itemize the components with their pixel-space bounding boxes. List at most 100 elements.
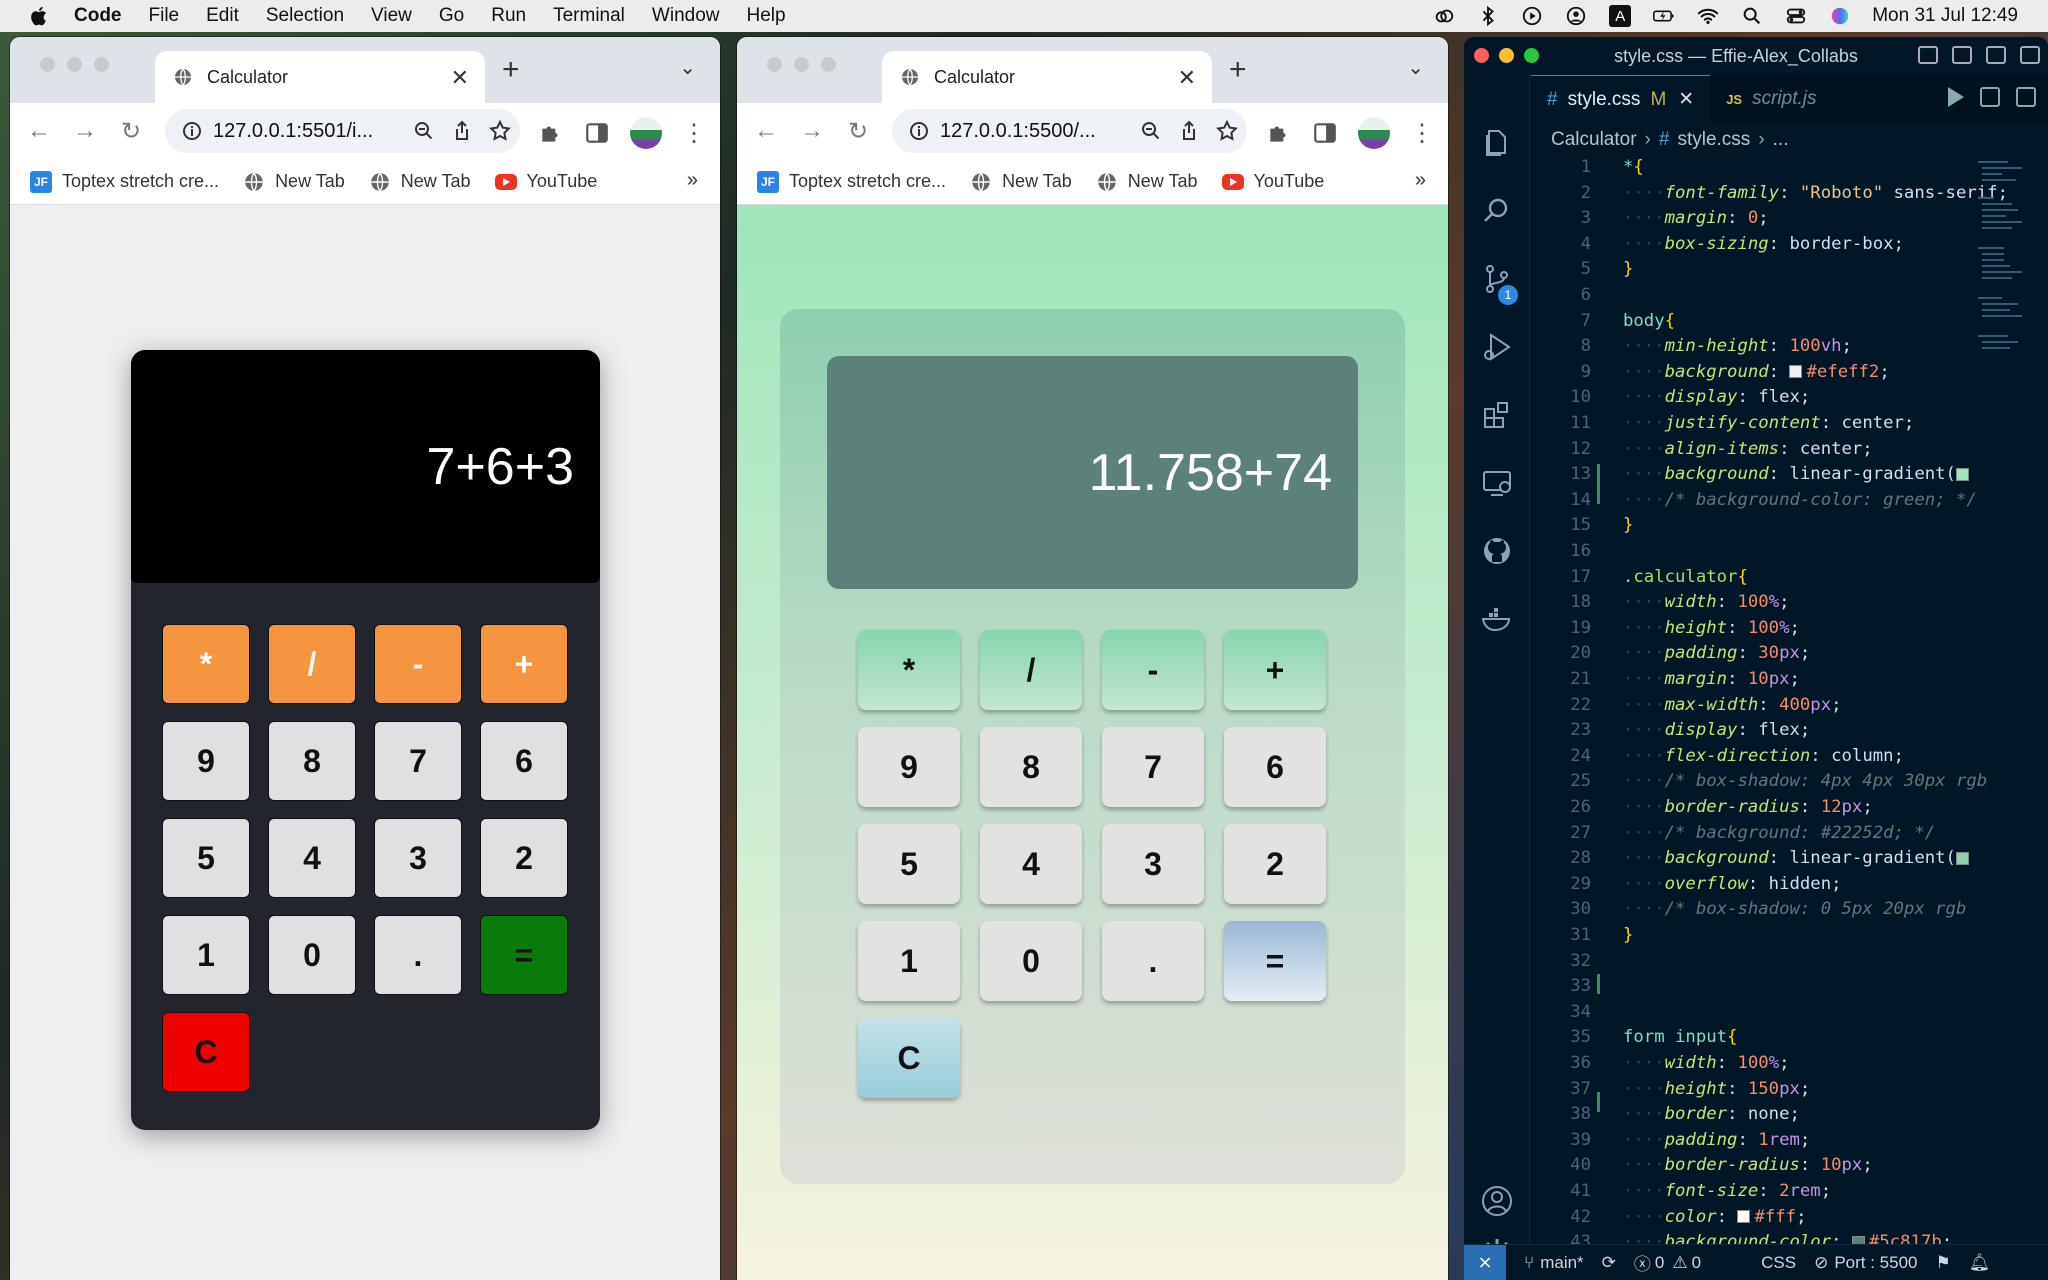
menu-file[interactable]: File bbox=[149, 5, 180, 27]
profile-avatar[interactable] bbox=[1358, 117, 1390, 149]
key-2[interactable]: 2 bbox=[1224, 824, 1326, 904]
toggle-primary-sidebar-icon[interactable] bbox=[1918, 46, 1938, 64]
search-icon[interactable] bbox=[1740, 4, 1764, 28]
key-0[interactable]: 0 bbox=[268, 915, 356, 995]
bookmarks-overflow-button[interactable]: » bbox=[1415, 169, 1426, 192]
info-icon[interactable] bbox=[181, 120, 203, 142]
menu-view[interactable]: View bbox=[371, 5, 412, 27]
key-9[interactable]: 9 bbox=[162, 721, 250, 801]
sync-icon[interactable]: ⟳ bbox=[1602, 1253, 1616, 1273]
key-2[interactable]: 2 bbox=[480, 818, 568, 898]
tab-search-chevron-icon[interactable]: ⌄ bbox=[679, 55, 696, 80]
key-3[interactable]: 3 bbox=[374, 818, 462, 898]
back-arrow-icon[interactable]: ← bbox=[16, 117, 62, 145]
keyboard-input-icon[interactable]: A bbox=[1608, 4, 1632, 28]
extensions-puzzle-icon[interactable] bbox=[1266, 120, 1292, 146]
remote-explorer-icon[interactable] bbox=[1479, 465, 1515, 501]
explorer-files-icon[interactable] bbox=[1479, 125, 1515, 161]
bookmark-new-tab-2[interactable]: New Tab bbox=[369, 171, 471, 193]
bookmark-new-tab-1[interactable]: New Tab bbox=[243, 171, 345, 193]
toggle-panel-icon[interactable] bbox=[1952, 46, 1972, 64]
key-divide[interactable]: / bbox=[268, 624, 356, 704]
key-8[interactable]: 8 bbox=[268, 721, 356, 801]
search-icon[interactable] bbox=[1479, 193, 1515, 229]
more-menu-icon[interactable]: ⋮ bbox=[682, 119, 706, 148]
bookmark-youtube[interactable]: YouTube bbox=[494, 171, 597, 192]
bookmarks-overflow-button[interactable]: » bbox=[687, 169, 698, 192]
minimize-window-button[interactable] bbox=[67, 57, 82, 72]
menu-help[interactable]: Help bbox=[747, 5, 786, 27]
menu-app-name[interactable]: Code bbox=[74, 5, 122, 27]
bookmark-star-icon[interactable] bbox=[488, 119, 512, 143]
github-icon[interactable] bbox=[1479, 533, 1515, 569]
key-4[interactable]: 4 bbox=[268, 818, 356, 898]
menubar-clock[interactable]: Mon 31 Jul 12:49 bbox=[1872, 5, 2018, 27]
key-5[interactable]: 5 bbox=[858, 824, 960, 904]
editor-tab-style-css[interactable]: # style.css M ✕ bbox=[1531, 75, 1711, 123]
key-equals[interactable]: = bbox=[480, 915, 568, 995]
bookmark-star-icon[interactable] bbox=[1215, 119, 1239, 143]
menu-go[interactable]: Go bbox=[439, 5, 464, 27]
minimize-window-button[interactable] bbox=[1499, 48, 1514, 63]
key-8[interactable]: 8 bbox=[980, 727, 1082, 807]
key-multiply[interactable]: * bbox=[162, 624, 250, 704]
control-center-icon[interactable] bbox=[1784, 4, 1808, 28]
key-decimal[interactable]: . bbox=[374, 915, 462, 995]
close-window-button[interactable] bbox=[40, 57, 55, 72]
bluetooth-icon[interactable] bbox=[1476, 4, 1500, 28]
minimap[interactable] bbox=[1968, 157, 2038, 657]
url-text[interactable]: 127.0.0.1:5501/i... bbox=[213, 120, 398, 143]
calculator-display[interactable]: 7+6+3 bbox=[131, 350, 600, 583]
menu-run[interactable]: Run bbox=[491, 5, 526, 27]
bookmark-new-tab-1[interactable]: New Tab bbox=[970, 171, 1072, 193]
notifications-bell-icon[interactable]: 🔔︎ bbox=[1969, 1253, 1991, 1273]
status-language[interactable]: CSS bbox=[1761, 1253, 1796, 1273]
more-menu-icon[interactable]: ⋮ bbox=[1410, 119, 1434, 148]
browser-tab-calculator[interactable]: Calculator ✕ bbox=[882, 51, 1212, 103]
siri-icon[interactable] bbox=[1828, 4, 1852, 28]
key-6[interactable]: 6 bbox=[1224, 727, 1326, 807]
zoom-window-button[interactable] bbox=[94, 57, 109, 72]
battery-icon[interactable] bbox=[1652, 4, 1676, 28]
bookmark-youtube[interactable]: YouTube bbox=[1221, 171, 1324, 192]
menu-selection[interactable]: Selection bbox=[266, 5, 344, 27]
status-warnings[interactable]: 0 bbox=[1692, 1253, 1701, 1273]
browser-tab-calculator[interactable]: Calculator ✕ bbox=[155, 51, 485, 103]
key-7[interactable]: 7 bbox=[1102, 727, 1204, 807]
extensions-icon[interactable] bbox=[1479, 397, 1515, 433]
address-bar[interactable]: 127.0.0.1:5501/i... bbox=[165, 109, 520, 153]
apple-icon[interactable] bbox=[28, 5, 48, 27]
key-subtract[interactable]: - bbox=[1102, 630, 1204, 710]
key-3[interactable]: 3 bbox=[1102, 824, 1204, 904]
new-tab-button[interactable]: + bbox=[502, 53, 520, 87]
key-clear[interactable]: C bbox=[858, 1018, 960, 1098]
remote-indicator-icon[interactable]: ⨯ bbox=[1464, 1244, 1506, 1280]
close-window-button[interactable] bbox=[767, 57, 782, 72]
key-add[interactable]: + bbox=[480, 624, 568, 704]
key-7[interactable]: 7 bbox=[374, 721, 462, 801]
key-6[interactable]: 6 bbox=[480, 721, 568, 801]
key-5[interactable]: 5 bbox=[162, 818, 250, 898]
key-subtract[interactable]: - bbox=[374, 624, 462, 704]
key-multiply[interactable]: * bbox=[858, 630, 960, 710]
accounts-icon[interactable] bbox=[1479, 1183, 1515, 1219]
close-window-button[interactable] bbox=[1474, 48, 1489, 63]
bookmark-new-tab-2[interactable]: New Tab bbox=[1096, 171, 1198, 193]
zoom-window-button[interactable] bbox=[821, 57, 836, 72]
status-live-server-port[interactable]: Port : 5500 bbox=[1834, 1253, 1917, 1273]
menu-edit[interactable]: Edit bbox=[206, 5, 239, 27]
extensions-puzzle-icon[interactable] bbox=[538, 120, 564, 146]
key-9[interactable]: 9 bbox=[858, 727, 960, 807]
side-panel-icon[interactable] bbox=[1312, 120, 1338, 146]
breadcrumb-symbol[interactable]: ... bbox=[1773, 129, 1789, 151]
back-arrow-icon[interactable]: ← bbox=[743, 117, 789, 145]
toggle-secondary-sidebar-icon[interactable] bbox=[1986, 46, 2006, 64]
key-1[interactable]: 1 bbox=[858, 921, 960, 1001]
menu-terminal[interactable]: Terminal bbox=[553, 5, 625, 27]
profile-avatar[interactable] bbox=[630, 117, 662, 149]
key-4[interactable]: 4 bbox=[980, 824, 1082, 904]
breadcrumb-folder[interactable]: Calculator bbox=[1551, 129, 1637, 151]
reload-icon[interactable]: ↻ bbox=[835, 117, 881, 146]
info-icon[interactable] bbox=[908, 120, 930, 142]
code-editor[interactable]: 1 2 3 4 5 6 7 8 9 10 11 12 13 14 15 16 17 18 19 20 21 22 23 24 2… bbox=[1531, 157, 2048, 1244]
